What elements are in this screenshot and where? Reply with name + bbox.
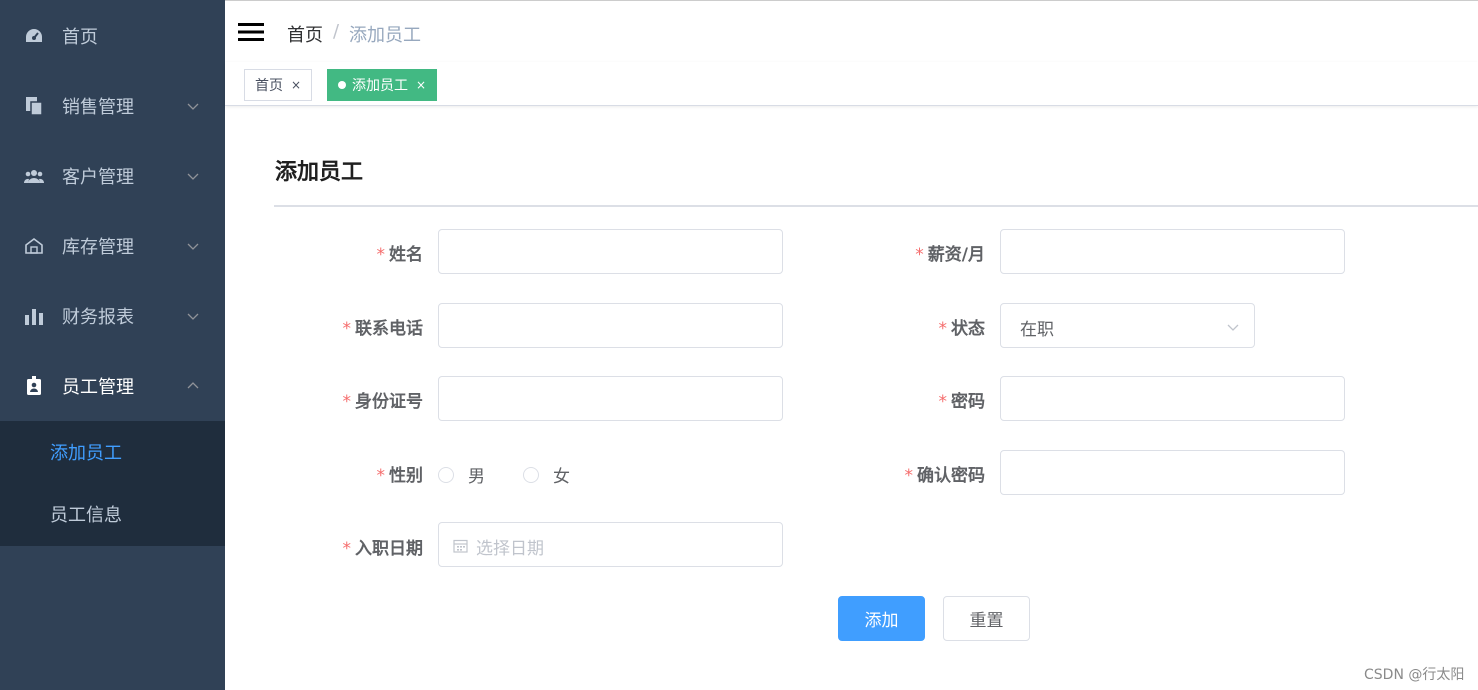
required-mark: *	[915, 245, 924, 265]
label-text: 薪资/月	[927, 245, 985, 265]
chevron-down-icon	[187, 243, 199, 250]
calendar-icon	[453, 539, 468, 553]
sidebar-item-label: 首页	[62, 27, 98, 48]
sidebar: 首页 销售管理 客户管理 库存管理 财务报表 员工管理 添加员工 员工信息	[0, 0, 225, 690]
required-mark: *	[342, 392, 352, 412]
employee-submenu: 添加员工 员工信息	[0, 421, 225, 546]
sidebar-item-label: 库存管理	[62, 237, 134, 258]
radio-circle[interactable]	[523, 466, 539, 483]
chevron-down-icon	[1227, 324, 1239, 331]
breadcrumb-current: 添加员工	[349, 25, 421, 46]
label-text: 姓名	[389, 245, 423, 265]
sidebar-item-employees[interactable]: 员工管理	[0, 351, 225, 421]
id-card-input[interactable]	[438, 376, 783, 421]
password-label: * 密码	[939, 387, 986, 412]
hire-date-picker[interactable]: 选择日期	[438, 522, 783, 567]
chevron-down-icon	[187, 103, 199, 110]
date-placeholder: 选择日期	[476, 539, 544, 559]
reset-button[interactable]: 重置	[943, 596, 1030, 641]
radio-label: 男	[468, 467, 485, 487]
select-value: 在职	[1020, 320, 1054, 340]
radio-label: 女	[553, 467, 570, 487]
document-copy-icon	[24, 96, 44, 116]
id-badge-icon	[24, 376, 44, 396]
id-card-label: * 身份证号	[343, 387, 424, 412]
sidebar-item-finance[interactable]: 财务报表	[0, 281, 225, 351]
phone-input[interactable]	[438, 303, 783, 348]
users-icon	[24, 166, 44, 186]
radio-circle[interactable]	[438, 466, 454, 483]
submenu-item-label: 员工信息	[50, 505, 122, 526]
sidebar-item-inventory[interactable]: 库存管理	[0, 211, 225, 281]
label-text: 身份证号	[355, 392, 423, 412]
sidebar-item-label: 财务报表	[62, 307, 134, 328]
required-mark: *	[376, 466, 386, 486]
confirm-password-input[interactable]	[1000, 450, 1345, 495]
page-title: 添加员工	[275, 160, 364, 185]
sidebar-item-home[interactable]: 首页	[0, 1, 225, 71]
gender-radio-male[interactable]: 男	[438, 462, 485, 487]
navbar: 首页 / 添加员工	[225, 0, 1478, 62]
close-icon[interactable]: ×	[416, 78, 426, 92]
required-mark: *	[376, 245, 386, 265]
gender-radio-female[interactable]: 女	[523, 462, 570, 487]
tags-view: 首页 × 添加员工 ×	[225, 62, 1478, 106]
required-mark: *	[938, 392, 948, 412]
sidebar-item-label: 销售管理	[62, 97, 134, 118]
chevron-up-icon	[187, 382, 199, 389]
close-icon[interactable]: ×	[291, 78, 301, 92]
label-text: 确认密码	[917, 466, 985, 486]
label-text: 联系电话	[355, 319, 423, 339]
label-text: 入职日期	[355, 539, 423, 559]
dashboard-icon	[24, 26, 44, 46]
chevron-down-icon	[187, 313, 199, 320]
required-mark: *	[342, 539, 352, 559]
phone-label: * 联系电话	[343, 314, 424, 339]
sidebar-item-sales[interactable]: 销售管理	[0, 71, 225, 141]
tag-home[interactable]: 首页 ×	[244, 69, 313, 101]
breadcrumb-home[interactable]: 首页	[287, 21, 323, 47]
watermark: CSDN @行太阳	[1364, 667, 1465, 683]
sidebar-item-label: 员工管理	[62, 377, 134, 398]
name-label: * 姓名	[377, 240, 424, 265]
sidebar-item-customers[interactable]: 客户管理	[0, 141, 225, 211]
salary-input[interactable]	[1000, 229, 1345, 274]
required-mark: *	[938, 319, 948, 339]
chevron-down-icon	[187, 173, 199, 180]
tag-label: 首页	[255, 78, 283, 94]
password-input[interactable]	[1000, 376, 1345, 421]
add-button[interactable]: 添加	[838, 596, 925, 641]
breadcrumb-separator: /	[333, 21, 340, 42]
warehouse-icon	[24, 236, 44, 256]
submenu-item-label: 添加员工	[50, 443, 122, 464]
tag-add-employee[interactable]: 添加员工 ×	[327, 69, 438, 101]
label-text: 密码	[951, 392, 985, 412]
status-label: * 状态	[939, 314, 986, 339]
confirm-password-label: * 确认密码	[905, 461, 986, 486]
sidebar-item-label: 客户管理	[62, 167, 134, 188]
active-dot-icon	[338, 81, 346, 89]
label-text: 性别	[389, 466, 423, 486]
tag-label: 添加员工	[352, 78, 408, 94]
status-select[interactable]: 在职	[1000, 303, 1255, 348]
gender-label: * 性别	[377, 461, 424, 486]
divider	[274, 205, 1478, 207]
required-mark: *	[904, 466, 914, 486]
hamburger-icon[interactable]	[238, 21, 264, 43]
required-mark: *	[342, 319, 352, 339]
salary-label: * 薪资/月	[915, 240, 985, 265]
label-text: 状态	[951, 319, 985, 339]
name-input[interactable]	[438, 229, 783, 274]
submenu-item-employee-info[interactable]: 员工信息	[0, 483, 225, 545]
hire-date-label: * 入职日期	[343, 534, 424, 559]
submenu-item-add-employee[interactable]: 添加员工	[0, 421, 225, 483]
bar-chart-icon	[24, 306, 44, 326]
